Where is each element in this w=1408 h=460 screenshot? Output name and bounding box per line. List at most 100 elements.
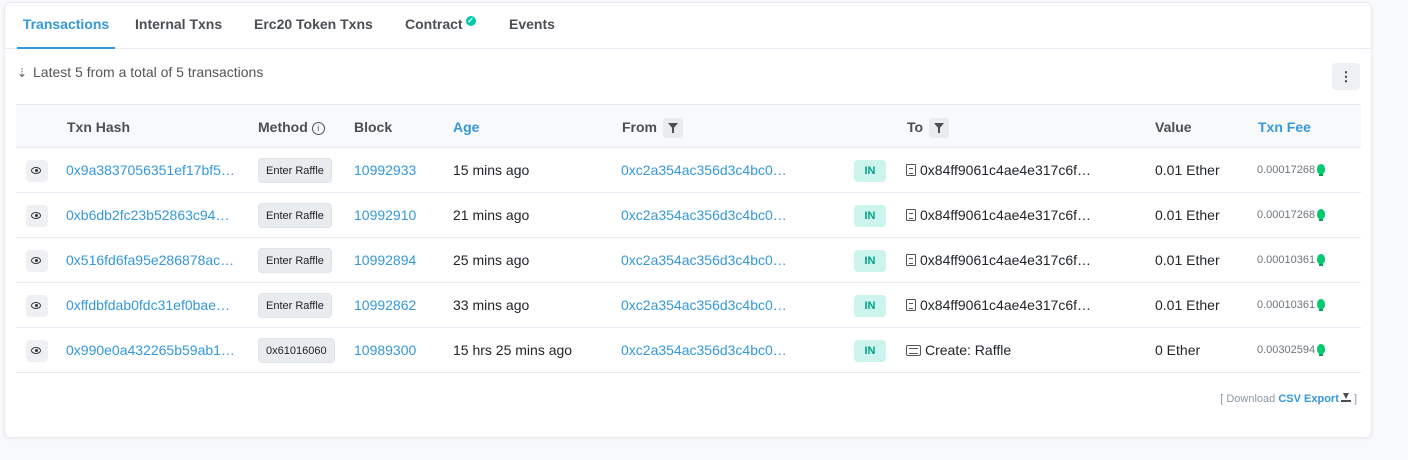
direction-badge: IN bbox=[854, 295, 886, 317]
to-address[interactable]: 0x84ff9061c4ae4e317c6f… bbox=[906, 283, 1106, 328]
sort-amount-down-icon: ⇣ bbox=[17, 66, 28, 80]
value-text: 0.01 Ether bbox=[1155, 207, 1220, 223]
summary-text: Latest 5 from a total of 5 transactions bbox=[33, 64, 264, 80]
csv-export-link[interactable]: CSV Export bbox=[1278, 393, 1339, 405]
table-row: 0x9a3837056351ef17bf5… Enter Raffle 109929… bbox=[16, 148, 1361, 193]
to-address-text: Create: Raffle bbox=[925, 342, 1012, 358]
header-txn-hash: Txn Hash bbox=[67, 119, 131, 135]
direction-badge: IN bbox=[854, 160, 886, 182]
table-header: Txn Hash Method i Block Age From To Value… bbox=[16, 104, 1361, 148]
txn-fee-text: 0.00010361 bbox=[1257, 299, 1316, 311]
value-text: 0.01 Ether bbox=[1155, 162, 1220, 178]
value-text: 0.01 Ether bbox=[1155, 252, 1220, 268]
txn-hash-link[interactable]: 0x990e0a432265b59ab1… bbox=[66, 328, 241, 373]
age-text: 25 mins ago bbox=[453, 252, 530, 268]
from-address-link[interactable]: 0xc2a354ac356d3c4bc0… bbox=[621, 193, 796, 238]
check-circle-icon: ✓ bbox=[465, 16, 476, 26]
to-address-text: 0x84ff9061c4ae4e317c6f… bbox=[920, 207, 1091, 223]
txn-fee: 0.00017268 bbox=[1257, 148, 1326, 193]
download-suffix: ] bbox=[1353, 393, 1357, 405]
tab-contract[interactable]: Contract ✓ bbox=[405, 3, 476, 49]
block-link[interactable]: 10992862 bbox=[354, 283, 416, 328]
gas-bulb-icon bbox=[1317, 209, 1326, 221]
header-from: From bbox=[622, 105, 683, 149]
to-address-text: 0x84ff9061c4ae4e317c6f… bbox=[920, 252, 1091, 268]
table-row: 0xb6db2fc23b52863c94… Enter Raffle 1099291… bbox=[16, 193, 1361, 238]
txn-fee-text: 0.00302594 bbox=[1257, 344, 1316, 356]
direction-badge: IN bbox=[854, 340, 886, 362]
view-details-eye-icon[interactable] bbox=[26, 250, 48, 272]
from-address-link[interactable]: 0xc2a354ac356d3c4bc0… bbox=[621, 148, 796, 193]
transactions-summary: ⇣ Latest 5 from a total of 5 transactions bbox=[17, 64, 263, 80]
contract-file-icon bbox=[906, 254, 916, 266]
gas-bulb-icon bbox=[1317, 344, 1326, 356]
block-link[interactable]: 10989300 bbox=[354, 328, 416, 373]
txn-fee: 0.00302594 bbox=[1257, 328, 1326, 373]
transactions-card: Transactions Internal Txns Erc20 Token T… bbox=[4, 2, 1372, 438]
txn-fee: 0.00010361 bbox=[1257, 238, 1326, 283]
to-address[interactable]: 0x84ff9061c4ae4e317c6f… bbox=[906, 148, 1106, 193]
txn-hash-link[interactable]: 0x9a3837056351ef17bf5… bbox=[66, 148, 241, 193]
to-address-text: 0x84ff9061c4ae4e317c6f… bbox=[920, 162, 1091, 178]
tab-contract-label: Contract bbox=[405, 16, 463, 32]
txn-fee-text: 0.00010361 bbox=[1257, 254, 1316, 266]
age-text: 15 mins ago bbox=[453, 162, 530, 178]
table-row: 0x516fd6fa95e286878ac… Enter Raffle 109928… bbox=[16, 238, 1361, 283]
txn-hash-link[interactable]: 0xb6db2fc23b52863c94… bbox=[66, 193, 241, 238]
contract-file-icon bbox=[906, 164, 916, 176]
download-icon bbox=[1340, 393, 1351, 403]
table-row: 0x990e0a432265b59ab1… 0x61016060 10989300 1… bbox=[16, 328, 1361, 373]
view-details-eye-icon[interactable] bbox=[26, 340, 48, 362]
header-method: Method i bbox=[258, 105, 325, 149]
filter-icon[interactable] bbox=[663, 118, 683, 139]
view-details-eye-icon[interactable] bbox=[26, 160, 48, 182]
view-details-eye-icon[interactable] bbox=[26, 295, 48, 317]
from-address-link[interactable]: 0xc2a354ac356d3c4bc0… bbox=[621, 238, 796, 283]
tab-transactions[interactable]: Transactions bbox=[17, 3, 115, 49]
csv-download: [ Download CSV Export ] bbox=[1220, 393, 1357, 405]
from-address-link[interactable]: 0xc2a354ac356d3c4bc0… bbox=[621, 328, 796, 373]
header-from-label: From bbox=[622, 119, 657, 135]
filter-icon[interactable] bbox=[929, 118, 950, 139]
block-link[interactable]: 10992910 bbox=[354, 193, 416, 238]
tab-events[interactable]: Events bbox=[509, 3, 555, 49]
table-body: 0x9a3837056351ef17bf5… Enter Raffle 109929… bbox=[16, 148, 1361, 373]
tab-internal-txns[interactable]: Internal Txns bbox=[135, 3, 222, 49]
from-address-link[interactable]: 0xc2a354ac356d3c4bc0… bbox=[621, 283, 796, 328]
vertical-ellipsis-icon: ⋮ bbox=[1339, 69, 1353, 84]
tab-erc20-token-txns[interactable]: Erc20 Token Txns bbox=[254, 3, 373, 49]
txn-fee-text: 0.00017268 bbox=[1257, 164, 1316, 176]
method-badge: 0x61016060 bbox=[258, 338, 335, 363]
view-details-eye-icon[interactable] bbox=[26, 205, 48, 227]
more-options-button[interactable]: ⋮ bbox=[1332, 63, 1360, 90]
txn-hash-link[interactable]: 0x516fd6fa95e286878ac… bbox=[66, 238, 241, 283]
header-to: To bbox=[907, 105, 950, 149]
tab-bar: Transactions Internal Txns Erc20 Token T… bbox=[5, 3, 1371, 49]
download-prefix: [ Download bbox=[1220, 393, 1276, 405]
header-age[interactable]: Age bbox=[453, 105, 479, 149]
info-icon[interactable]: i bbox=[311, 122, 325, 135]
gas-bulb-icon bbox=[1317, 254, 1326, 266]
direction-badge: IN bbox=[854, 205, 886, 227]
txn-fee: 0.00017268 bbox=[1257, 193, 1326, 238]
age-text: 15 hrs 25 mins ago bbox=[453, 342, 573, 358]
value-text: 0 Ether bbox=[1155, 342, 1201, 358]
contract-file-icon bbox=[906, 299, 916, 311]
age-text: 21 mins ago bbox=[453, 207, 530, 223]
txn-hash-link[interactable]: 0xffdbfdab0fdc31ef0bae… bbox=[66, 283, 241, 328]
block-link[interactable]: 10992894 bbox=[354, 238, 416, 283]
header-txn-fee[interactable]: Txn Fee bbox=[1258, 105, 1311, 149]
header-to-label: To bbox=[907, 119, 924, 135]
to-address[interactable]: 0x84ff9061c4ae4e317c6f… bbox=[906, 238, 1106, 283]
to-address[interactable]: Create: Raffle bbox=[906, 328, 1106, 373]
to-address[interactable]: 0x84ff9061c4ae4e317c6f… bbox=[906, 193, 1106, 238]
to-address-text: 0x84ff9061c4ae4e317c6f… bbox=[920, 297, 1091, 313]
contract-create-icon bbox=[906, 345, 921, 356]
block-link[interactable]: 10992933 bbox=[354, 148, 416, 193]
age-text: 33 mins ago bbox=[453, 297, 530, 313]
header-value: Value bbox=[1155, 119, 1192, 135]
method-badge: Enter Raffle bbox=[258, 203, 332, 228]
txn-fee: 0.00010361 bbox=[1257, 283, 1326, 328]
method-badge: Enter Raffle bbox=[258, 293, 332, 318]
method-badge: Enter Raffle bbox=[258, 158, 332, 183]
